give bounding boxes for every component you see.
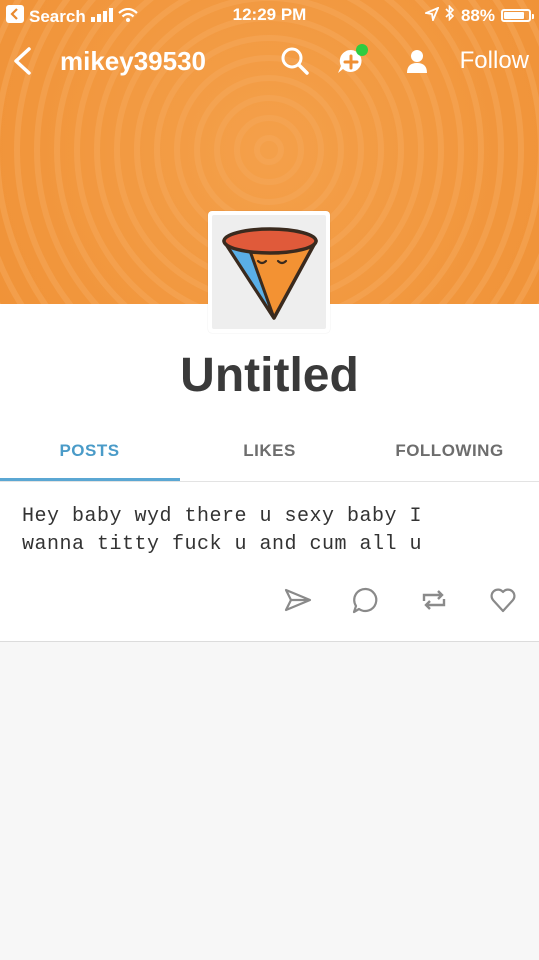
active-tab-indicator: [0, 478, 180, 481]
chevron-left-icon[interactable]: [10, 46, 36, 76]
blog-username: mikey39530: [60, 46, 207, 76]
search-icon[interactable]: [278, 44, 312, 78]
avatar[interactable]: [208, 211, 330, 333]
blog-title: Untitled: [180, 349, 359, 402]
nav-bar: mikey39530 Follow: [0, 38, 539, 84]
post-body: Hey baby wyd there u sexy baby I wanna t…: [22, 503, 522, 559]
tab-following[interactable]: FOLLOWING: [360, 431, 539, 481]
battery-icon: [501, 9, 534, 22]
send-icon[interactable]: [283, 585, 313, 615]
heart-icon[interactable]: [488, 585, 518, 615]
follow-button[interactable]: Follow: [460, 47, 529, 75]
person-icon[interactable]: [400, 44, 434, 78]
location-icon: [422, 5, 440, 26]
tab-posts[interactable]: POSTS: [0, 431, 179, 481]
post-divider: [0, 641, 539, 642]
reblog-icon[interactable]: [419, 585, 449, 615]
bluetooth-icon: [445, 4, 455, 26]
comment-icon[interactable]: [351, 585, 381, 615]
new-message-icon[interactable]: [334, 44, 368, 78]
profile-tabs: POSTS LIKES FOLLOWING: [0, 431, 539, 482]
cone-avatar-icon: [222, 227, 318, 320]
post-text-line: wanna titty fuck u and cum all u: [22, 533, 423, 556]
status-bar: Search 12:29 PM 88%: [0, 0, 539, 30]
tab-likes[interactable]: LIKES: [180, 431, 359, 481]
battery-percent: 88%: [460, 5, 495, 25]
post-text-line: Hey baby wyd there u sexy baby I: [22, 505, 423, 528]
